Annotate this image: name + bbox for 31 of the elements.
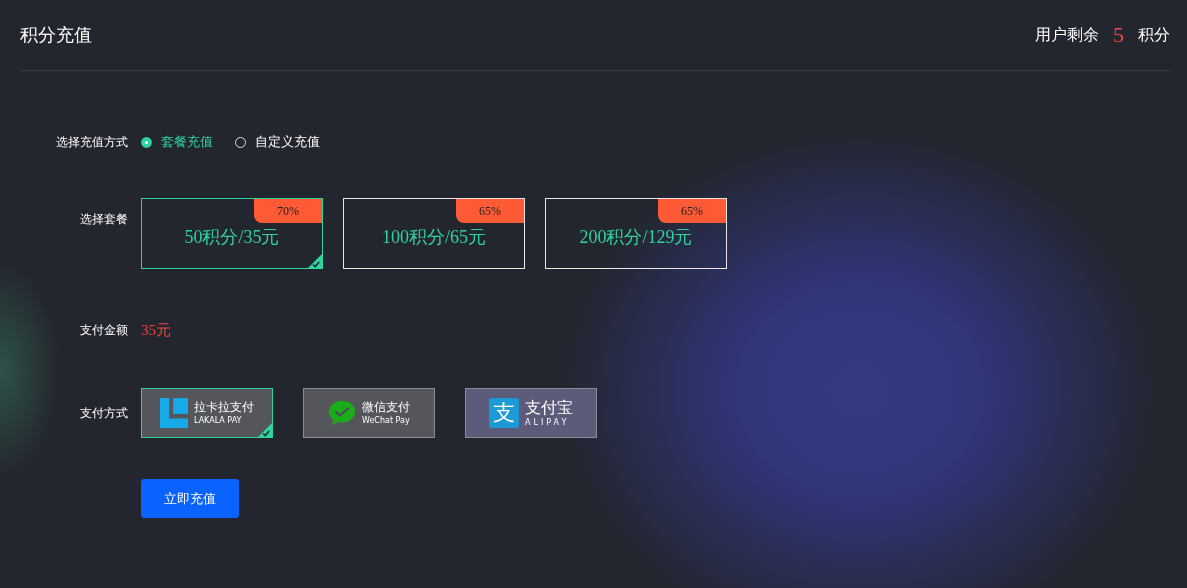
payment-option[interactable]: 拉卡拉支付 LAKALA PAY bbox=[141, 388, 273, 438]
balance-unit: 积分 bbox=[1138, 24, 1170, 46]
radio-option[interactable]: 自定义充值 bbox=[235, 133, 320, 151]
payment-option[interactable]: 微信支付 WeChat Pay bbox=[303, 388, 435, 438]
payment-subtitle: WeChat Pay bbox=[362, 415, 410, 426]
package-card[interactable]: 65% 100积分/65元 bbox=[343, 198, 525, 269]
package-card[interactable]: 70% 50积分/35元 bbox=[141, 198, 323, 269]
chat-bubble-icon bbox=[328, 398, 356, 428]
balance-value: 5 bbox=[1113, 22, 1124, 48]
field-label: 选择套餐 bbox=[79, 211, 128, 228]
balance-label: 用户剩余 bbox=[1035, 24, 1099, 46]
check-icon bbox=[258, 423, 272, 437]
payment-subtitle: ALIPAY bbox=[525, 416, 570, 428]
recharge-button[interactable]: 立即充值 bbox=[141, 479, 239, 518]
payment-subtitle: LAKALA PAY bbox=[194, 415, 242, 426]
radio-option[interactable]: 套餐充值 bbox=[141, 133, 213, 151]
field-label: 选择充值方式 bbox=[55, 133, 128, 151]
field-label: 支付方式 bbox=[79, 404, 128, 422]
payment-name: 支付宝 bbox=[525, 398, 573, 417]
amount-value: 35元 bbox=[141, 321, 171, 340]
field-label: 支付金额 bbox=[79, 322, 128, 339]
discount-badge: 65% bbox=[456, 199, 524, 223]
check-icon bbox=[308, 254, 322, 268]
discount-badge: 65% bbox=[658, 199, 726, 223]
discount-badge: 70% bbox=[254, 199, 322, 223]
payment-name: 拉卡拉支付 bbox=[194, 400, 254, 415]
package-card[interactable]: 65% 200积分/129元 bbox=[545, 198, 727, 269]
lakala-logo-icon bbox=[160, 398, 188, 428]
alipay-logo-icon: 支 bbox=[489, 398, 519, 428]
page-title: 积分充值 bbox=[20, 23, 92, 47]
payment-name: 微信支付 bbox=[362, 400, 410, 415]
